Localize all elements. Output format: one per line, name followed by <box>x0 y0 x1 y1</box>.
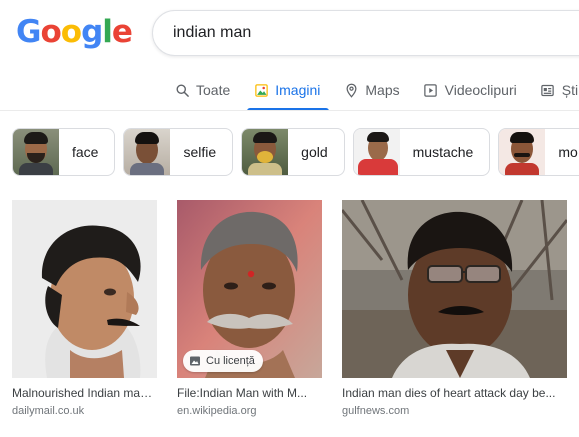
chip-gold[interactable]: gold <box>241 128 345 176</box>
image-icon <box>253 82 269 98</box>
result-title[interactable]: File:Indian Man with M... <box>177 386 322 400</box>
chip-face[interactable]: face <box>12 128 116 176</box>
result-image[interactable]: Cu licență <box>177 200 322 378</box>
news-icon <box>540 82 556 98</box>
logo-letter: o <box>60 14 82 50</box>
chip-thumbnail <box>13 129 59 175</box>
map-pin-icon <box>343 82 359 98</box>
search-input[interactable] <box>173 11 573 55</box>
chip-label: gold <box>301 144 328 160</box>
chip-label: face <box>72 144 99 160</box>
tab-label: Maps <box>365 82 400 98</box>
tab-label: Știri <box>561 82 579 98</box>
tab-label: Videoclipuri <box>444 82 517 98</box>
tab-label: Imagini <box>275 82 321 98</box>
tab-images[interactable]: Imagini <box>247 70 330 111</box>
image-result[interactable]: Malnourished Indian man ... dailymail.co… <box>12 200 157 417</box>
tab-videos[interactable]: Videoclipuri <box>417 70 526 110</box>
chip-label: selfie <box>183 144 217 160</box>
chip-thumbnail <box>242 129 289 175</box>
result-title[interactable]: Malnourished Indian man ... <box>12 386 157 400</box>
chip-mustache[interactable]: mustache <box>352 128 491 176</box>
result-source[interactable]: gulfnews.com <box>342 405 567 417</box>
result-title[interactable]: Indian man dies of heart attack day be..… <box>342 386 567 400</box>
image-icon <box>189 355 201 367</box>
chip-thumbnail <box>353 129 400 175</box>
tab-news[interactable]: Știri <box>534 70 579 110</box>
tab-all[interactable]: Toate <box>168 70 239 110</box>
result-source[interactable]: dailymail.co.uk <box>12 405 157 417</box>
result-source[interactable]: en.wikipedia.org <box>177 405 322 417</box>
google-logo[interactable]: Google <box>16 14 133 50</box>
tab-label: Toate <box>196 82 231 98</box>
search-box[interactable] <box>152 10 579 56</box>
chip-thumbnail <box>124 129 171 175</box>
result-image[interactable] <box>12 200 157 378</box>
license-badge[interactable]: Cu licență <box>183 350 263 372</box>
chip-thumbnail <box>499 129 546 175</box>
image-result[interactable]: Cu licență File:Indian Man with M... en.… <box>177 200 322 417</box>
badge-label: Cu licență <box>206 355 255 367</box>
tab-maps[interactable]: Maps <box>337 70 408 110</box>
logo-letter: l <box>102 14 113 50</box>
search-icon <box>174 82 190 98</box>
result-image[interactable] <box>342 200 567 378</box>
chip-label: mo <box>558 144 578 160</box>
logo-letter: g <box>81 14 103 50</box>
chip-label: mustache <box>412 144 474 160</box>
logo-letter: o <box>40 14 61 50</box>
chip-more[interactable]: mo <box>498 128 579 176</box>
image-result[interactable]: Indian man dies of heart attack day be..… <box>342 200 567 417</box>
logo-letter: e <box>111 14 133 50</box>
search-tabs: Toate Imagini Maps Videoclipuri Știri <box>168 70 579 111</box>
tabs-divider <box>0 110 579 111</box>
logo-letter: G <box>16 14 41 50</box>
play-icon <box>423 82 439 98</box>
chip-selfie[interactable]: selfie <box>123 128 234 176</box>
related-chips: face selfie gold mustache mo <box>12 128 579 176</box>
